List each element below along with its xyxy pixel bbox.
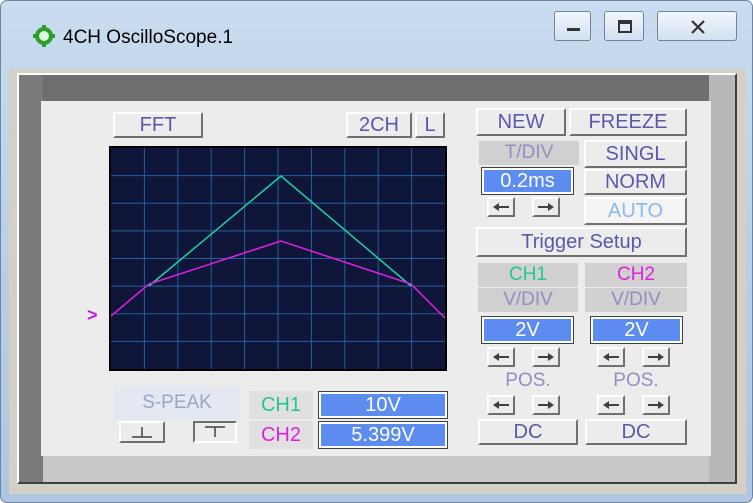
minimize-icon	[567, 28, 580, 31]
title-bar[interactable]: 4CH OscilloScope.1	[1, 1, 752, 69]
auto-button[interactable]: AUTO	[584, 197, 687, 225]
singl-button[interactable]: SINGL	[584, 140, 687, 168]
close-button[interactable]	[657, 11, 737, 41]
norm-button[interactable]: NORM	[584, 169, 687, 195]
ch1-vdiv-value: 2V	[481, 316, 574, 344]
peak-ch2-value: 5.399V	[318, 421, 448, 449]
ch1-pos-label: POS.	[478, 369, 578, 393]
trigger-setup-button[interactable]: Trigger Setup	[476, 227, 687, 257]
maximize-button[interactable]	[604, 11, 644, 41]
waveform-display	[110, 148, 446, 369]
ch1-vdiv-label: V/DIV	[478, 288, 578, 312]
tdiv-increase-button[interactable]	[532, 197, 560, 217]
ch2-vdiv-value: 2V	[590, 316, 683, 344]
close-icon	[691, 20, 705, 34]
ch1-label: CH1	[478, 263, 578, 287]
peak-high-icon	[205, 426, 225, 437]
app-icon	[33, 25, 55, 47]
frame-bevel	[19, 75, 735, 101]
trigger-marker: >	[87, 305, 98, 325]
frame-bevel	[19, 75, 43, 482]
fft-button[interactable]: FFT	[113, 112, 203, 138]
frame-bevel	[19, 456, 735, 482]
ch2-vdiv-decrease-button[interactable]	[597, 347, 625, 367]
arrow-right-icon	[648, 401, 664, 409]
new-button[interactable]: NEW	[476, 108, 566, 136]
ch2-label: CH2	[585, 263, 687, 287]
s-peak-label: S-PEAK	[114, 386, 240, 420]
peak-high-button[interactable]	[193, 421, 237, 443]
oscilloscope-window: 4CH OscilloScope.1 FFT 2CH L > NEW FREEZ…	[0, 0, 753, 503]
peak-ch1-label: CH1	[249, 391, 313, 419]
arrow-right-icon	[538, 353, 554, 361]
arrow-right-icon	[538, 401, 554, 409]
minimize-button[interactable]	[554, 11, 591, 41]
arrow-left-icon	[493, 353, 509, 361]
ch2-vdiv-label: V/DIV	[585, 288, 687, 312]
arrow-left-icon	[603, 401, 619, 409]
ch2-coupling-button[interactable]: DC	[585, 419, 687, 445]
l-button[interactable]: L	[415, 112, 445, 138]
ch1-vdiv-increase-button[interactable]	[532, 347, 560, 367]
arrow-left-icon	[493, 203, 509, 211]
frame-bevel	[709, 75, 735, 482]
ch1-coupling-button[interactable]: DC	[478, 419, 578, 445]
window-title: 4CH OscilloScope.1	[63, 27, 234, 48]
tdiv-value: 0.2ms	[481, 167, 574, 195]
scope-screen	[109, 146, 447, 371]
arrow-left-icon	[493, 401, 509, 409]
ch2-pos-up-button[interactable]	[642, 395, 670, 415]
arrow-right-icon	[538, 203, 554, 211]
peak-ch1-value: 10V	[318, 391, 448, 419]
ch1-pos-down-button[interactable]	[487, 395, 515, 415]
ch2-vdiv-increase-button[interactable]	[642, 347, 670, 367]
ch2-pos-label: POS.	[585, 369, 687, 393]
2ch-button[interactable]: 2CH	[346, 112, 412, 138]
peak-low-button[interactable]	[119, 421, 165, 443]
arrow-right-icon	[648, 353, 664, 361]
peak-ch2-label: CH2	[249, 421, 313, 449]
freeze-button[interactable]: FREEZE	[569, 108, 687, 136]
arrow-left-icon	[603, 353, 619, 361]
peak-low-icon	[132, 427, 152, 438]
maximize-icon	[618, 20, 632, 33]
ch1-pos-up-button[interactable]	[532, 395, 560, 415]
ch2-pos-down-button[interactable]	[597, 395, 625, 415]
tdiv-label: T/DIV	[479, 141, 579, 165]
ch1-vdiv-decrease-button[interactable]	[487, 347, 515, 367]
tdiv-decrease-button[interactable]	[487, 197, 515, 217]
